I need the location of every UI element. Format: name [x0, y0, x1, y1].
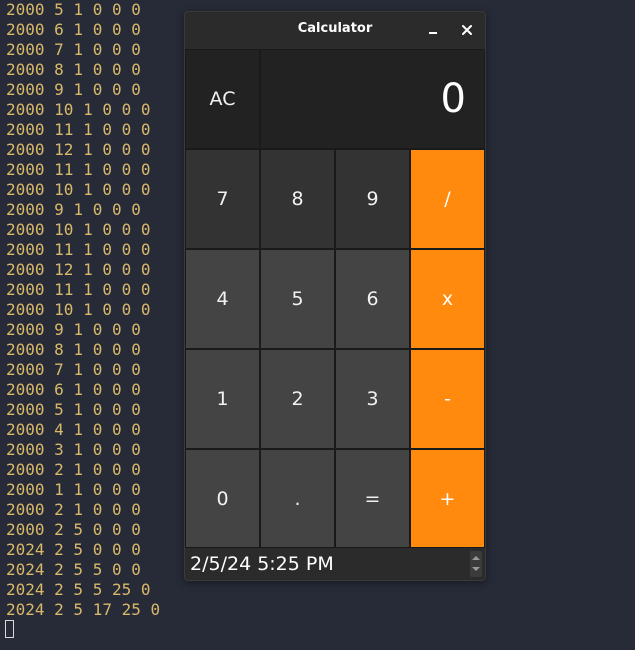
digit-1-button[interactable]: 1	[185, 349, 260, 449]
terminal-line: 2000 10 1 0 0 0	[6, 300, 151, 319]
terminal-line: 2000 10 1 0 0 0	[6, 220, 151, 239]
terminal-line: 2000 9 1 0 0 0	[6, 200, 141, 219]
terminal-line: 2000 12 1 0 0 0	[6, 140, 151, 159]
equals-button[interactable]: =	[335, 449, 410, 548]
terminal-line: 2000 11 1 0 0 0	[6, 240, 151, 259]
subtract-button[interactable]: -	[410, 349, 485, 449]
digit-5-button[interactable]: 5	[260, 249, 335, 349]
terminal-line: 2000 9 1 0 0 0	[6, 320, 141, 339]
terminal-line: 2000 3 1 0 0 0	[6, 440, 141, 459]
terminal-line: 2000 6 1 0 0 0	[6, 380, 141, 399]
digit-0-button[interactable]: 0	[185, 449, 260, 548]
terminal-line: 2000 7 1 0 0 0	[6, 40, 141, 59]
terminal-line: 2000 2 1 0 0 0	[6, 500, 141, 519]
datetime-bar: 2/5/24 5:25 PM	[185, 548, 485, 580]
spinner-up-icon[interactable]	[472, 556, 480, 560]
digit-3-button[interactable]: 3	[335, 349, 410, 449]
terminal-line: 2000 10 1 0 0 0	[6, 100, 151, 119]
digit-6-button[interactable]: 6	[335, 249, 410, 349]
terminal-line: 2000 10 1 0 0 0	[6, 180, 151, 199]
terminal-line: 2024 2 5 17 25 0	[6, 600, 161, 619]
datetime-spinner[interactable]	[470, 551, 482, 577]
clear-button[interactable]: AC	[185, 49, 260, 149]
calculator-display: 0	[260, 49, 485, 149]
terminal-line: 2000 8 1 0 0 0	[6, 60, 141, 79]
terminal-line: 2000 1 1 0 0 0	[6, 480, 141, 499]
terminal-line: 2000 11 1 0 0 0	[6, 280, 151, 299]
digit-9-button[interactable]: 9	[335, 149, 410, 249]
divide-button[interactable]: /	[410, 149, 485, 249]
multiply-button[interactable]: x	[410, 249, 485, 349]
terminal-line: 2000 4 1 0 0 0	[6, 420, 141, 439]
datetime-text: 2/5/24 5:25 PM	[190, 553, 334, 575]
terminal-cursor	[5, 620, 14, 638]
terminal-line: 2024 2 5 5 25 0	[6, 580, 151, 599]
minimize-button[interactable]	[421, 18, 445, 42]
terminal-line: 2000 5 1 0 0 0	[6, 0, 141, 19]
digit-8-button[interactable]: 8	[260, 149, 335, 249]
terminal-line: 2000 11 1 0 0 0	[6, 160, 151, 179]
digit-2-button[interactable]: 2	[260, 349, 335, 449]
spinner-down-icon[interactable]	[472, 567, 480, 571]
close-button[interactable]	[455, 18, 479, 42]
terminal-line: 2000 11 1 0 0 0	[6, 120, 151, 139]
minimize-icon	[429, 32, 437, 34]
terminal-line: 2000 5 1 0 0 0	[6, 400, 141, 419]
calculator-window: Calculator AC 0 7 8 9 / 4 5 6 x 1 2 3 - …	[184, 11, 486, 581]
terminal-line: 2000 6 1 0 0 0	[6, 20, 141, 39]
terminal-line: 2000 7 1 0 0 0	[6, 360, 141, 379]
terminal-line: 2000 2 5 0 0 0	[6, 520, 141, 539]
digit-7-button[interactable]: 7	[185, 149, 260, 249]
close-icon	[462, 25, 472, 35]
terminal-line: 2024 2 5 0 0 0	[6, 540, 141, 559]
add-button[interactable]: +	[410, 449, 485, 548]
digit-4-button[interactable]: 4	[185, 249, 260, 349]
terminal-line: 2024 2 5 5 0 0	[6, 560, 141, 579]
terminal-line: 2000 9 1 0 0 0	[6, 80, 141, 99]
decimal-button[interactable]: .	[260, 449, 335, 548]
terminal-line: 2000 12 1 0 0 0	[6, 260, 151, 279]
calculator-titlebar[interactable]: Calculator	[185, 12, 485, 48]
terminal-line: 2000 2 1 0 0 0	[6, 460, 141, 479]
terminal-line: 2000 8 1 0 0 0	[6, 340, 141, 359]
